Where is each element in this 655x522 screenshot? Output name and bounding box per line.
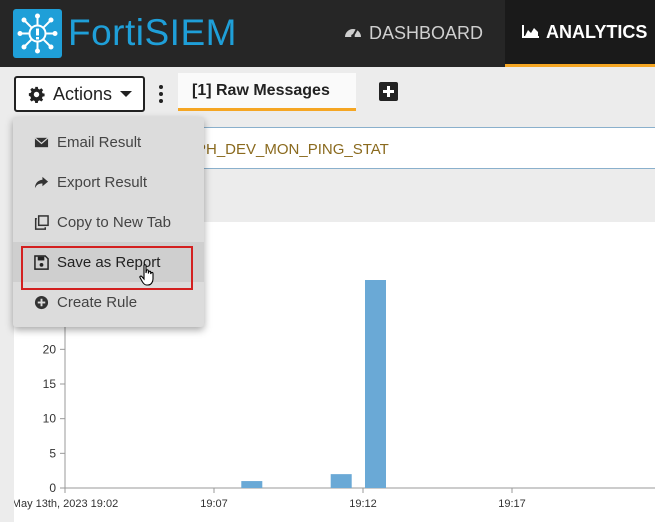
query-text: PH_DEV_MON_PING_STAT xyxy=(196,141,389,158)
nav-analytics-label: ANALYTICS xyxy=(546,21,648,42)
top-navigation-bar: FortiSIEM DASHBOARD ANALYTICS xyxy=(0,0,655,67)
y-tick-label: 20 xyxy=(43,342,57,356)
histogram-bar xyxy=(365,280,386,488)
y-tick-label: 15 xyxy=(43,377,57,391)
kebab-menu-icon[interactable] xyxy=(158,85,164,105)
menu-item-label: Copy to New Tab xyxy=(57,213,171,231)
menu-item-email-result[interactable]: Email Result xyxy=(13,122,204,162)
x-tick-label: May 13th, 2023 19:02 xyxy=(14,498,118,510)
menu-item-label: Export Result xyxy=(57,173,148,191)
analytics-toolbar: Actions [1] Raw Messages xyxy=(0,67,655,119)
y-tick-label: 10 xyxy=(43,412,57,426)
actions-dropdown-menu: Email Result Export Result Copy to New T… xyxy=(13,117,204,327)
hand-cursor-icon xyxy=(139,264,154,286)
menu-item-export-result[interactable]: Export Result xyxy=(13,162,204,202)
copy-icon xyxy=(33,214,49,230)
actions-label: Actions xyxy=(53,83,113,104)
histogram-bar xyxy=(241,481,263,488)
y-tick-label: 0 xyxy=(49,481,56,495)
y-tick-label: 5 xyxy=(49,446,56,460)
menu-item-label: Create Rule xyxy=(57,293,138,311)
plus-circle-icon xyxy=(33,294,49,310)
x-tick-label: 19:12 xyxy=(349,498,377,510)
gauge-icon xyxy=(343,23,363,44)
x-tick-label: 19:07 xyxy=(200,498,228,510)
floppy-disk-icon xyxy=(33,254,49,270)
tab-raw-messages[interactable]: [1] Raw Messages xyxy=(178,73,356,111)
area-chart-icon xyxy=(522,22,540,43)
nav-analytics[interactable]: ANALYTICS xyxy=(505,0,655,67)
add-tab-icon[interactable] xyxy=(379,82,398,101)
menu-item-copy-to-new-tab[interactable]: Copy to New Tab xyxy=(13,202,204,242)
histogram-bar xyxy=(330,474,352,488)
x-tick-label: 19:17 xyxy=(498,498,526,510)
network-hub-icon[interactable] xyxy=(13,9,62,58)
logo-text: FortiSIEM xyxy=(68,12,237,53)
caret-down-icon xyxy=(120,91,133,97)
envelope-icon xyxy=(33,134,49,150)
nav-dashboard[interactable]: DASHBOARD xyxy=(343,0,483,67)
tab-raw-messages-label: [1] Raw Messages xyxy=(192,81,330,99)
actions-dropdown-button[interactable]: Actions xyxy=(14,76,145,112)
nav-dashboard-label: DASHBOARD xyxy=(369,23,484,43)
menu-item-label: Email Result xyxy=(57,133,142,151)
menu-item-create-rule[interactable]: Create Rule xyxy=(13,282,204,322)
menu-item-save-as-report[interactable]: Save as Report xyxy=(13,242,204,282)
share-arrow-icon xyxy=(33,174,49,190)
gear-icon xyxy=(28,86,45,103)
